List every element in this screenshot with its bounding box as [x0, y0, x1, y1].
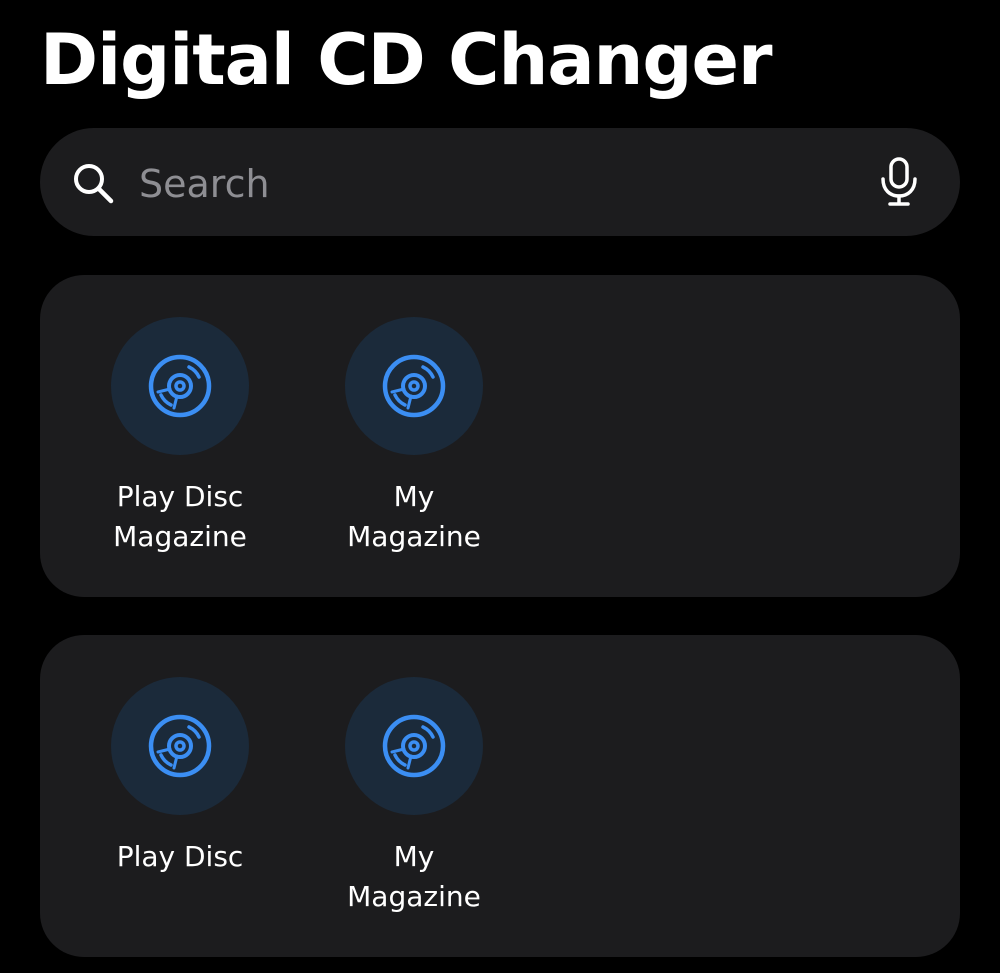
disc-icon: [148, 714, 212, 778]
disc-icon: [148, 354, 212, 418]
page-title: Digital CD Changer: [40, 19, 772, 101]
disc-icon-button[interactable]: [111, 677, 249, 815]
disc-icon-button[interactable]: [111, 317, 249, 455]
disc-icon: [382, 714, 446, 778]
tile-label: Play Disc Magazine: [113, 480, 247, 553]
disc-icon: [382, 354, 446, 418]
search-icon: [74, 164, 114, 204]
shortcut-group-1: Play Disc Magazine My Magazine: [40, 275, 960, 597]
disc-icon-button[interactable]: [345, 677, 483, 815]
search-input[interactable]: [139, 158, 839, 210]
disc-icon-button[interactable]: [345, 317, 483, 455]
shortcut-group-2: Play Disc My Magazine: [40, 635, 960, 957]
microphone-icon[interactable]: [876, 156, 922, 208]
tile-label: My Magazine: [347, 480, 481, 553]
tile-label: My Magazine: [347, 840, 481, 913]
tile-label: Play Disc: [116, 840, 244, 873]
